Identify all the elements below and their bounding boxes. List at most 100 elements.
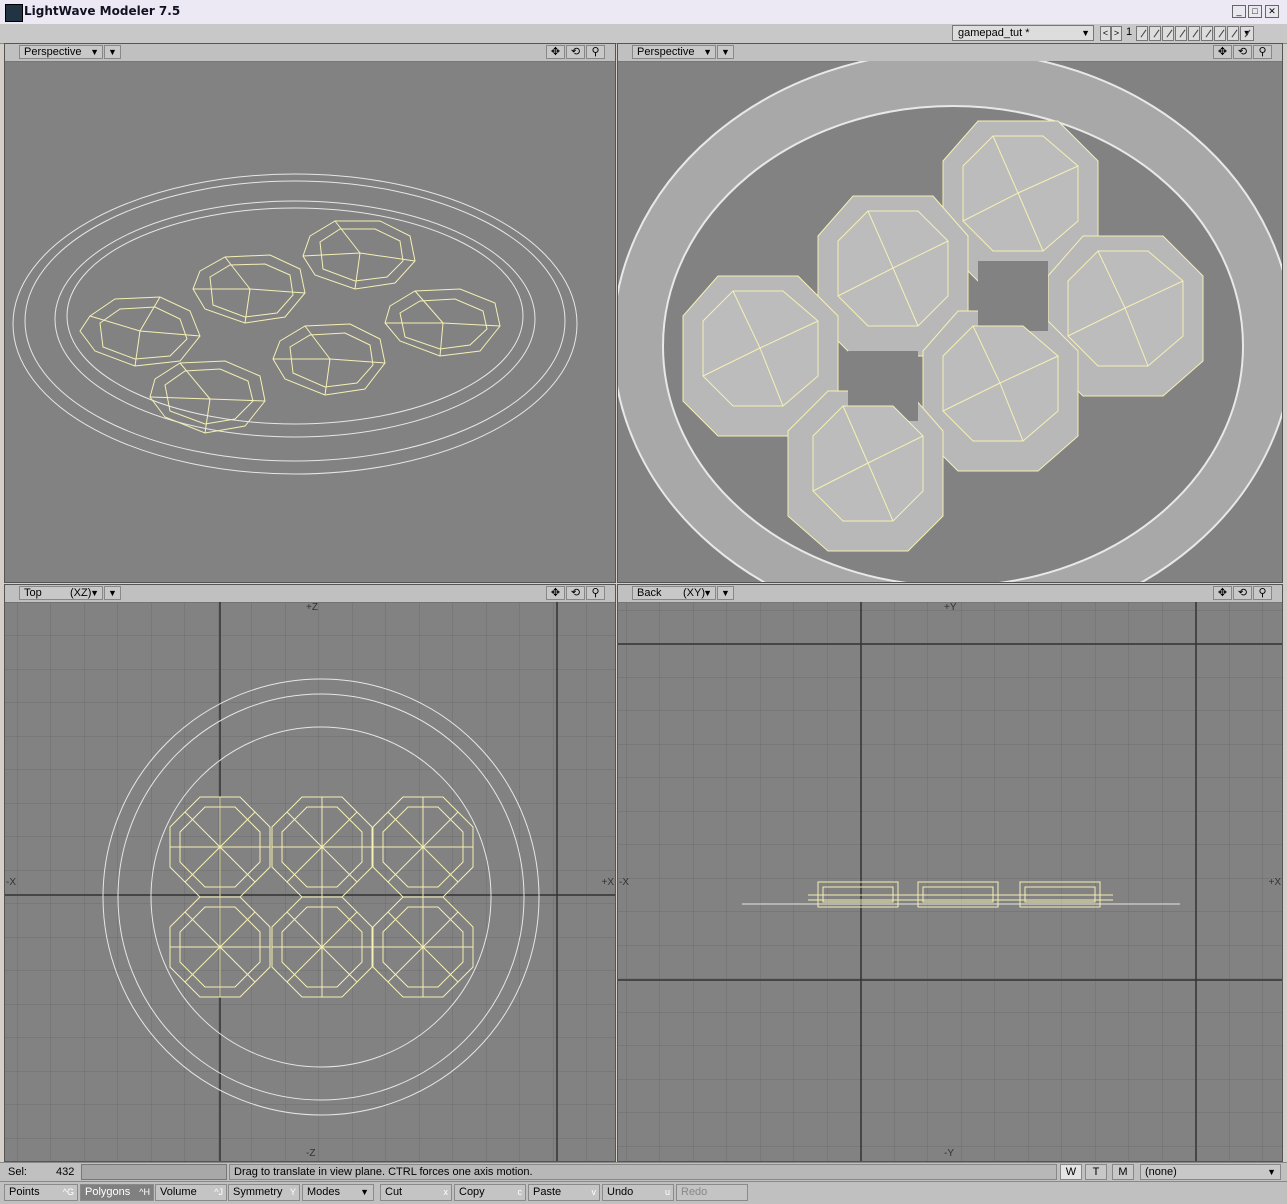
app-logo-icon xyxy=(5,4,23,22)
layer-button[interactable] xyxy=(1227,26,1239,41)
viewport-canvas[interactable] xyxy=(618,61,1282,582)
chevron-down-icon: ▼ xyxy=(1267,1167,1276,1177)
base-ring-outer xyxy=(12,173,578,475)
points-shortcut: ^G xyxy=(62,1187,74,1197)
close-button[interactable]: ✕ xyxy=(1265,5,1279,18)
layer-button[interactable] xyxy=(1136,26,1148,41)
maximize-button[interactable]: □ xyxy=(1248,5,1262,18)
viewport-header: Top (XZ) ▼ ▼ ✥ ⟲ ⚲ xyxy=(5,585,615,603)
symmetry-shortcut: Y xyxy=(289,1187,296,1197)
rotate-view-icon[interactable]: ⟲ xyxy=(566,45,585,59)
chevron-down-icon: ▼ xyxy=(703,47,712,57)
view-mode-label: Perspective xyxy=(24,46,82,58)
volume-shortcut: ^J xyxy=(214,1187,223,1197)
view-mode-dropdown[interactable]: Perspective ▼ xyxy=(632,45,716,59)
move-view-icon[interactable]: ✥ xyxy=(1213,45,1232,59)
paste-button[interactable]: Paste v xyxy=(528,1184,600,1201)
viewport-bottom-left[interactable]: Top (XZ) ▼ ▼ ✥ ⟲ ⚲ +Z -Z -X +X xyxy=(4,584,616,1162)
view-options-button[interactable]: ▼ xyxy=(104,45,121,59)
axis-label-right: +X xyxy=(601,877,614,888)
minimize-button[interactable]: _ xyxy=(1232,5,1246,18)
rotate-view-icon[interactable]: ⟲ xyxy=(1233,586,1252,600)
title-bar: LightWave Modeler 7.5 _ □ ✕ xyxy=(0,0,1287,25)
base-ring-inner-2 xyxy=(66,207,524,425)
vertex-map-value: (none) xyxy=(1145,1166,1177,1178)
undo-button[interactable]: Undo u xyxy=(602,1184,674,1201)
texture-map-button[interactable]: T xyxy=(1085,1164,1107,1180)
layers-menu-button[interactable]: ▼ xyxy=(1240,26,1254,41)
points-mode-label: Points xyxy=(9,1186,40,1198)
view-axis-label: (XY) xyxy=(683,587,705,599)
chevron-down-icon: ▼ xyxy=(703,588,712,598)
symmetry-button[interactable]: Symmetry Y xyxy=(228,1184,300,1201)
rotate-view-icon[interactable]: ⟲ xyxy=(566,586,585,600)
modes-label: Modes xyxy=(307,1186,341,1198)
prev-layer-button[interactable]: < xyxy=(1100,26,1111,41)
cut-label: Cut xyxy=(385,1186,403,1198)
command-bar: Points ^G Polygons ^H Volume ^J Symmetry Y M… xyxy=(0,1181,1287,1204)
viewport-canvas[interactable]: +Z -Z -X +X xyxy=(5,602,615,1161)
weight-map-button[interactable]: W xyxy=(1060,1164,1082,1180)
viewport-top-right[interactable]: Perspective ▼ ▼ ✥ ⟲ ⚲ xyxy=(617,43,1283,583)
viewport-canvas[interactable] xyxy=(5,61,615,582)
viewport-canvas[interactable]: +Y -Y -X +X xyxy=(618,602,1282,1161)
axis-label-right: +X xyxy=(1268,877,1281,888)
perspective-wireframe xyxy=(12,173,578,475)
modes-dropdown[interactable]: Modes ▼ xyxy=(302,1184,374,1201)
axis-label-left: -X xyxy=(619,877,629,888)
axis-label-top: +Z xyxy=(306,602,318,613)
polygons-mode-button[interactable]: Polygons ^H xyxy=(80,1184,154,1201)
view-options-button[interactable]: ▼ xyxy=(717,45,734,59)
viewport-header: Perspective ▼ ▼ ✥ ⟲ ⚲ xyxy=(5,44,615,62)
volume-mode-button[interactable]: Volume ^J xyxy=(155,1184,227,1201)
cut-button[interactable]: Cut x xyxy=(380,1184,452,1201)
polygons-mode-label: Polygons xyxy=(85,1186,131,1198)
polygons-shortcut: ^H xyxy=(139,1187,150,1197)
layer-button[interactable] xyxy=(1214,26,1226,41)
copy-button[interactable]: Copy c xyxy=(454,1184,526,1201)
viewport-top-left[interactable]: Perspective ▼ ▼ ✥ ⟲ ⚲ xyxy=(4,43,616,583)
vertex-map-dropdown[interactable]: (none) ▼ xyxy=(1140,1164,1281,1180)
layer-button[interactable] xyxy=(1149,26,1161,41)
view-options-button[interactable]: ▼ xyxy=(717,586,734,600)
axis-label-left: -X xyxy=(6,877,16,888)
move-view-icon[interactable]: ✥ xyxy=(546,586,565,600)
move-view-icon[interactable]: ✥ xyxy=(546,45,565,59)
zoom-view-icon[interactable]: ⚲ xyxy=(586,45,605,59)
rotate-view-icon[interactable]: ⟲ xyxy=(1233,45,1252,59)
top-toolbar: gamepad_tut * ▼ < > 1 ▼ xyxy=(0,24,1287,44)
undo-label: Undo xyxy=(607,1186,634,1198)
view-options-button[interactable]: ▼ xyxy=(104,586,121,600)
points-mode-button[interactable]: Points ^G xyxy=(4,1184,78,1201)
viewport-header: Perspective ▼ ▼ ✥ ⟲ ⚲ xyxy=(618,44,1282,62)
morph-map-button[interactable]: M xyxy=(1112,1164,1134,1180)
redo-label: Redo xyxy=(681,1186,708,1198)
chevron-down-icon: ▼ xyxy=(360,1187,369,1197)
selected-buttons xyxy=(79,220,501,434)
layer-button[interactable] xyxy=(1175,26,1187,41)
layer-button[interactable] xyxy=(1201,26,1213,41)
layer-button[interactable] xyxy=(1162,26,1174,41)
view-mode-dropdown[interactable]: Back (XY) ▼ xyxy=(632,586,716,600)
viewport-bottom-right[interactable]: Back (XY) ▼ ▼ ✥ ⟲ ⚲ +Y -Y -X +X xyxy=(617,584,1283,1162)
object-name: gamepad_tut * xyxy=(958,27,1030,39)
zoom-view-icon[interactable]: ⚲ xyxy=(1253,45,1272,59)
symmetry-label: Symmetry xyxy=(233,1186,283,1198)
next-layer-button[interactable]: > xyxy=(1111,26,1122,41)
selection-label: Sel: xyxy=(8,1166,27,1178)
copy-label: Copy xyxy=(459,1186,485,1198)
zoom-view-icon[interactable]: ⚲ xyxy=(1253,586,1272,600)
status-bar: Sel: 432 Drag to translate in view plane… xyxy=(0,1162,1287,1182)
zoom-view-icon[interactable]: ⚲ xyxy=(586,586,605,600)
object-selector[interactable]: gamepad_tut * ▼ xyxy=(952,25,1094,41)
view-mode-dropdown[interactable]: Top (XZ) ▼ xyxy=(19,586,103,600)
layer-button[interactable] xyxy=(1188,26,1200,41)
move-view-icon[interactable]: ✥ xyxy=(1213,586,1232,600)
window-title: LightWave Modeler 7.5 xyxy=(24,4,181,18)
selected-spokes xyxy=(89,220,501,434)
view-mode-label: Perspective xyxy=(637,46,695,58)
axis-label-bottom: -Z xyxy=(306,1148,316,1159)
view-mode-dropdown[interactable]: Perspective ▼ xyxy=(19,45,103,59)
top-view xyxy=(5,602,615,1161)
redo-button[interactable]: Redo xyxy=(676,1184,748,1201)
